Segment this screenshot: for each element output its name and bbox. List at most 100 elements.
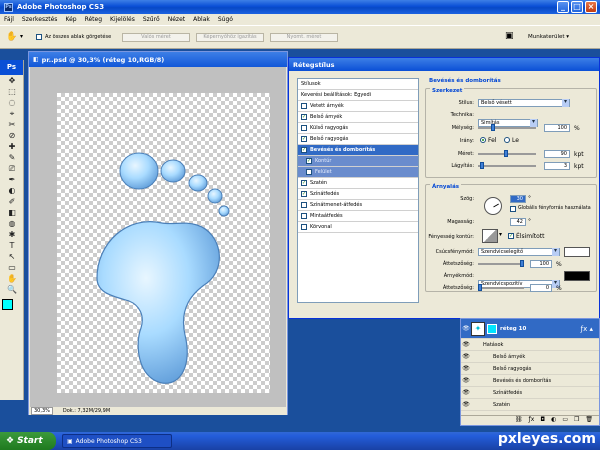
- color-swatches[interactable]: [2, 299, 20, 317]
- adjustment-icon[interactable]: ◐: [551, 416, 556, 425]
- new-layer-icon[interactable]: ❐: [574, 416, 579, 425]
- style-item[interactable]: ✓ Belső árnyék: [298, 112, 418, 123]
- direction-down-radio[interactable]: [504, 137, 510, 143]
- taskbar-photoshop-item[interactable]: ▣ Adobe Photoshop CS3: [62, 434, 172, 448]
- effect-eye-icon[interactable]: 👁: [461, 389, 471, 396]
- zoom-level[interactable]: 30,3%: [31, 407, 53, 415]
- fit-screen-button[interactable]: Képernyőhöz igazítás: [196, 33, 264, 42]
- tool-13-icon[interactable]: ◍: [2, 218, 22, 229]
- style-item-checkbox[interactable]: ✓: [301, 136, 307, 142]
- effect-row[interactable]: 👁 Színátfedés: [461, 387, 599, 399]
- tool-6-icon[interactable]: ✚: [2, 141, 22, 152]
- style-item-checkbox[interactable]: [301, 224, 307, 230]
- depth-slider[interactable]: [478, 127, 536, 129]
- size-input[interactable]: 90: [544, 150, 570, 158]
- tool-19-icon[interactable]: 🔍: [2, 284, 22, 295]
- shadow-color-swatch[interactable]: [564, 271, 590, 281]
- tool-2-icon[interactable]: ◌: [2, 97, 22, 108]
- start-button[interactable]: ❖ Start: [0, 432, 56, 450]
- style-item-checkbox[interactable]: [301, 213, 307, 219]
- shadow-opacity-thumb[interactable]: [478, 284, 482, 291]
- tool-12-icon[interactable]: ◧: [2, 207, 22, 218]
- tool-18-icon[interactable]: ✋: [2, 273, 22, 284]
- print-size-button[interactable]: Nyomt. méret: [270, 33, 338, 42]
- effect-eye-icon[interactable]: 👁: [461, 353, 471, 360]
- size-slider-thumb[interactable]: [504, 150, 508, 157]
- highlight-opacity-input[interactable]: 100: [530, 260, 552, 268]
- highlight-color-swatch[interactable]: [564, 247, 590, 257]
- gloss-contour-chevron-icon[interactable]: ▾: [499, 231, 502, 238]
- tool-8-icon[interactable]: ⎚: [2, 163, 22, 174]
- tool-0-icon[interactable]: ✥: [2, 75, 22, 86]
- style-item-checkbox[interactable]: [301, 125, 307, 131]
- actual-pixels-button[interactable]: Valós méret: [122, 33, 190, 42]
- style-item-checkbox[interactable]: [301, 202, 307, 208]
- doc-size[interactable]: Dok.: 7,32M/29,9M: [63, 408, 110, 414]
- menu-3[interactable]: Réteg: [85, 16, 102, 23]
- tool-11-icon[interactable]: ✐: [2, 196, 22, 207]
- style-item[interactable]: Keverési beállítások: Egyedi: [298, 90, 418, 101]
- style-item[interactable]: Külső ragyogás: [298, 123, 418, 134]
- style-item[interactable]: Felület: [298, 167, 418, 178]
- style-select[interactable]: Belső vésett: [478, 99, 570, 107]
- scroll-all-checkbox[interactable]: [36, 34, 42, 40]
- menu-5[interactable]: Szűrő: [143, 16, 160, 23]
- tool-10-icon[interactable]: ◐: [2, 185, 22, 196]
- tool-7-icon[interactable]: ✎: [2, 152, 22, 163]
- angle-dial[interactable]: [484, 197, 502, 215]
- tool-17-icon[interactable]: ▭: [2, 262, 22, 273]
- anti-aliased-checkbox[interactable]: ✓: [508, 233, 514, 239]
- effect-eye-icon[interactable]: 👁: [461, 377, 471, 384]
- style-item[interactable]: Mintaátfedés: [298, 211, 418, 222]
- style-item[interactable]: Színátmenet-átfedés: [298, 200, 418, 211]
- depth-input[interactable]: 100: [544, 124, 570, 132]
- foreground-color-swatch[interactable]: [2, 299, 13, 310]
- tool-5-icon[interactable]: ⊘: [2, 130, 22, 141]
- workspace-dropdown[interactable]: Munkaterület ▾: [528, 34, 569, 40]
- soften-input[interactable]: 3: [544, 162, 570, 170]
- style-item-checkbox[interactable]: ✓: [301, 191, 307, 197]
- shadow-opacity-input[interactable]: 0: [530, 284, 552, 292]
- style-item-checkbox[interactable]: ✓: [301, 147, 307, 153]
- soften-slider-thumb[interactable]: [480, 162, 484, 169]
- effect-eye-icon[interactable]: 👁: [461, 401, 471, 408]
- shadow-opacity-slider[interactable]: [478, 287, 524, 289]
- style-item[interactable]: ✓ Bevésés és domborítás: [298, 145, 418, 156]
- menu-8[interactable]: Súgó: [218, 16, 233, 23]
- style-item-checkbox[interactable]: ✓: [306, 158, 312, 164]
- visibility-eye-icon[interactable]: 👁: [461, 325, 471, 332]
- style-item[interactable]: ✓ Színátfedés: [298, 189, 418, 200]
- mask-icon[interactable]: ◘: [540, 416, 545, 425]
- style-item[interactable]: Stílusok: [298, 79, 418, 90]
- depth-slider-thumb[interactable]: [491, 124, 495, 131]
- style-item[interactable]: Körvonal: [298, 222, 418, 233]
- tool-3-icon[interactable]: ⌖: [2, 108, 22, 119]
- link-icon[interactable]: ⛓: [515, 416, 523, 425]
- group-icon[interactable]: ▭: [562, 416, 568, 425]
- technique-select[interactable]: Simítás: [478, 119, 538, 127]
- tool-9-icon[interactable]: ✒: [2, 174, 22, 185]
- effect-row[interactable]: 👁 Bevésés és domborítás: [461, 375, 599, 387]
- altitude-input[interactable]: 42: [510, 218, 526, 226]
- effect-eye-icon[interactable]: 👁: [461, 365, 471, 372]
- tool-14-icon[interactable]: ✱: [2, 229, 22, 240]
- highlight-opacity-thumb[interactable]: [520, 260, 524, 267]
- style-item[interactable]: ✓ Kontúr: [298, 156, 418, 167]
- tool-preset-chevron-icon[interactable]: ▾: [20, 33, 23, 40]
- effect-row[interactable]: 👁 Belső ragyogás: [461, 363, 599, 375]
- style-item[interactable]: ✓ Szatén: [298, 178, 418, 189]
- close-button[interactable]: ×: [585, 1, 597, 13]
- style-item-checkbox[interactable]: ✓: [301, 114, 307, 120]
- highlight-opacity-slider[interactable]: [478, 263, 524, 265]
- effects-row[interactable]: 👁 Hatások: [461, 339, 599, 351]
- highlight-mode-select[interactable]: Szendvicselegítő: [478, 248, 560, 256]
- direction-up-radio[interactable]: [480, 137, 486, 143]
- soften-slider[interactable]: [478, 165, 536, 167]
- hand-tool-icon[interactable]: ✋: [6, 32, 17, 42]
- canvas-area[interactable]: [30, 67, 286, 408]
- tool-4-icon[interactable]: ✂: [2, 119, 22, 130]
- trash-icon[interactable]: 🗑: [585, 416, 593, 425]
- fx-icon[interactable]: ƒx ▴: [581, 325, 593, 333]
- angle-input[interactable]: 30: [510, 195, 526, 203]
- menu-0[interactable]: Fájl: [4, 16, 14, 23]
